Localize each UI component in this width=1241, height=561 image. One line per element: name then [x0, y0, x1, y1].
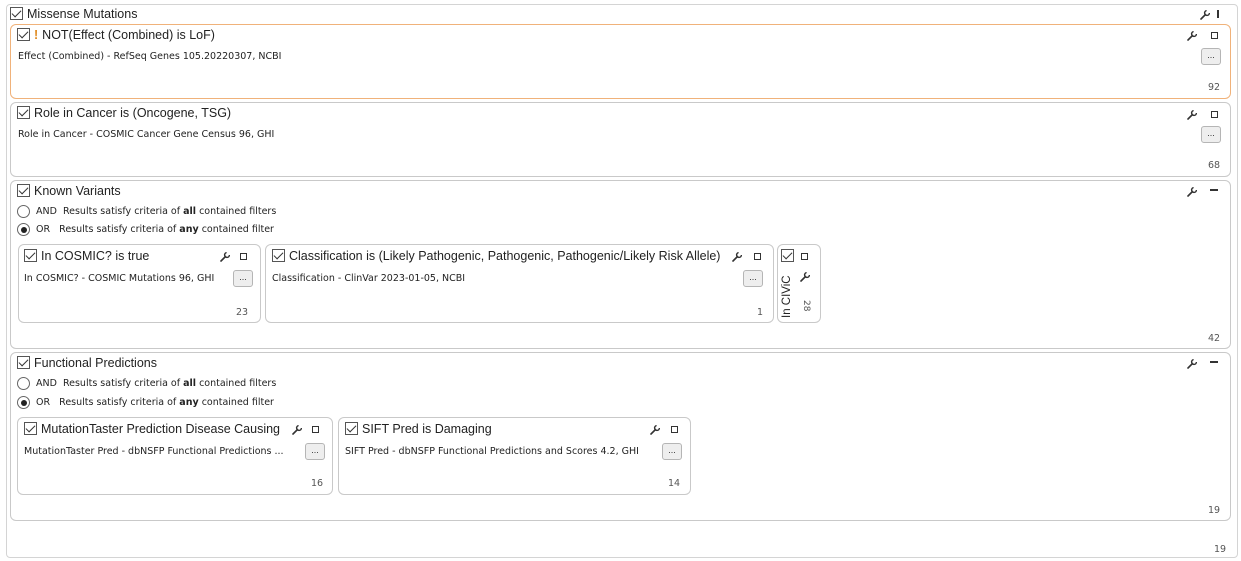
functional-predictions-label: Functional Predictions	[34, 356, 157, 370]
filter-not-effect-count: 92	[1208, 82, 1221, 93]
warning-icon: !	[34, 28, 39, 42]
filter-classification-checkbox[interactable]	[272, 249, 285, 263]
expand-icon[interactable]	[801, 253, 808, 260]
collapse-icon[interactable]	[1211, 32, 1218, 39]
filter-in-civic-count: 28	[801, 300, 811, 312]
filter-role-cancer-count: 68	[1208, 160, 1221, 171]
fp-or-radio[interactable]	[17, 396, 30, 409]
filter-role-cancer-title: Role in Cancer is (Oncogene, TSG)	[17, 106, 231, 121]
wrench-icon[interactable]	[1187, 187, 1197, 197]
filter-in-cosmic-more-button[interactable]: ...	[233, 270, 253, 287]
filter-in-cosmic-count: 23	[236, 307, 249, 318]
kv-or-radio[interactable]	[17, 223, 30, 236]
kv-and-radio[interactable]	[17, 205, 30, 218]
functional-predictions-checkbox[interactable]	[17, 356, 30, 370]
root-filter-title: Missense Mutations	[10, 7, 137, 22]
fp-and-label: AND Results satisfy criteria of all cont…	[36, 378, 277, 389]
filter-role-cancer-label: Role in Cancer is (Oncogene, TSG)	[34, 106, 232, 120]
filter-in-cosmic-checkbox[interactable]	[24, 249, 37, 263]
collapse-icon[interactable]	[240, 253, 247, 260]
filter-sift-checkbox[interactable]	[345, 422, 358, 436]
wrench-icon[interactable]	[650, 425, 660, 435]
wrench-icon[interactable]	[292, 425, 302, 435]
filter-mutationtaster-source: MutationTaster Pred - dbNSFP Functional …	[24, 446, 284, 457]
filter-classification-label: Classification is (Likely Pathogenic, Pa…	[289, 249, 721, 263]
wrench-icon[interactable]	[800, 272, 810, 282]
filter-sift-count: 14	[668, 478, 681, 489]
filter-classification-title: Classification is (Likely Pathogenic, Pa…	[272, 249, 720, 264]
filter-in-cosmic-label: In COSMIC? is true	[41, 249, 150, 263]
filter-in-cosmic-source: In COSMIC? - COSMIC Mutations 96, GHI	[24, 273, 215, 284]
fp-or-label: OR Results satisfy criteria of any conta…	[36, 397, 274, 408]
collapse-icon[interactable]	[1211, 111, 1218, 118]
root-title-text: Missense Mutations	[27, 7, 138, 21]
collapse-icon[interactable]	[754, 253, 761, 260]
filter-mutationtaster-title: MutationTaster Prediction Disease Causin…	[24, 422, 280, 437]
known-variants-checkbox[interactable]	[17, 184, 30, 198]
minimize-icon[interactable]	[1210, 361, 1218, 363]
filter-role-cancer-more-button[interactable]: ...	[1201, 126, 1221, 143]
filter-in-civic-label: In CIViC	[781, 275, 793, 318]
kv-or-label: OR Results satisfy criteria of any conta…	[36, 224, 274, 235]
filter-mutationtaster-more-button[interactable]: ...	[305, 443, 325, 460]
filter-sift-source: SIFT Pred - dbNSFP Functional Prediction…	[345, 446, 639, 457]
kv-and-label: AND Results satisfy criteria of all cont…	[36, 206, 277, 217]
filter-in-cosmic-title: In COSMIC? is true	[24, 249, 149, 264]
wrench-icon[interactable]	[1187, 359, 1197, 369]
filter-sift-more-button[interactable]: ...	[662, 443, 682, 460]
filter-not-effect-source: Effect (Combined) - RefSeq Genes 105.202…	[18, 51, 282, 62]
functional-predictions-title: Functional Predictions	[17, 356, 157, 371]
wrench-icon[interactable]	[1200, 10, 1210, 20]
filter-role-cancer-checkbox[interactable]	[17, 106, 30, 120]
collapse-icon[interactable]	[312, 426, 319, 433]
filter-sift-title: SIFT Pred is Damaging	[345, 422, 492, 437]
filter-not-effect-title: ! NOT(Effect (Combined) is LoF)	[17, 28, 215, 43]
known-variants-label: Known Variants	[34, 184, 121, 198]
filter-classification-more-button[interactable]: ...	[743, 270, 763, 287]
wrench-icon[interactable]	[1187, 31, 1197, 41]
filter-not-effect-checkbox[interactable]	[17, 28, 30, 42]
filter-mutationtaster-count: 16	[311, 478, 324, 489]
filter-mutationtaster-label: MutationTaster Prediction Disease Causin…	[41, 422, 281, 436]
known-variants-title: Known Variants	[17, 184, 121, 199]
minimize-icon[interactable]	[1210, 189, 1218, 191]
wrench-icon[interactable]	[732, 252, 742, 262]
filter-in-civic-checkbox[interactable]	[781, 249, 794, 262]
more-vert-icon[interactable]	[1217, 10, 1219, 18]
filter-not-effect-more-button[interactable]: ...	[1201, 48, 1221, 65]
wrench-icon[interactable]	[220, 252, 230, 262]
filter-role-cancer-source: Role in Cancer - COSMIC Cancer Gene Cens…	[18, 129, 275, 140]
filter-sift-label: SIFT Pred is Damaging	[362, 422, 492, 436]
functional-predictions-count: 19	[1208, 505, 1221, 516]
root-checkbox[interactable]	[10, 7, 23, 21]
filter-classification-source: Classification - ClinVar 2023-01-05, NCB…	[272, 273, 466, 284]
collapse-icon[interactable]	[671, 426, 678, 433]
known-variants-count: 42	[1208, 333, 1221, 344]
filter-classification-count: 1	[757, 307, 764, 318]
wrench-icon[interactable]	[1187, 110, 1197, 120]
root-count: 19	[1214, 544, 1227, 555]
filter-not-effect-label: NOT(Effect (Combined) is LoF)	[42, 28, 215, 42]
fp-and-radio[interactable]	[17, 377, 30, 390]
filter-mutationtaster-checkbox[interactable]	[24, 422, 37, 436]
